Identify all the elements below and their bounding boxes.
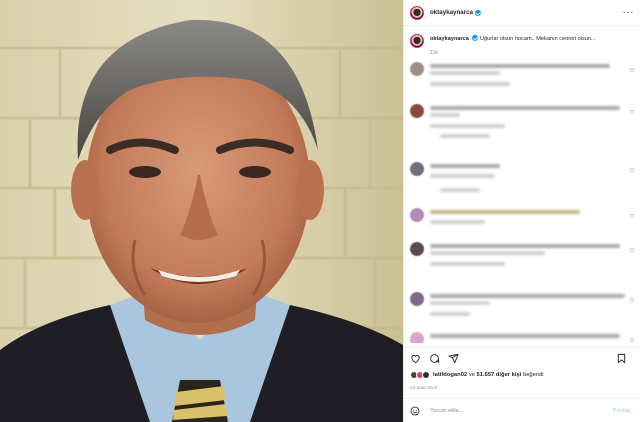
post-photo <box>0 0 403 422</box>
commenter-avatar[interactable] <box>410 242 424 256</box>
heart-icon[interactable] <box>629 167 635 173</box>
blurred-comment-text <box>430 64 610 68</box>
caption-text: Uğurlar olsun hocam.. Mekanın cennet ols… <box>480 36 596 42</box>
caption: oktaykaynarca Uğurlar olsun hocam.. Meka… <box>404 26 640 48</box>
comment-item <box>410 104 635 138</box>
blurred-comment-text <box>430 301 490 305</box>
liker-username[interactable]: latifdogan02 <box>433 372 467 378</box>
commenter-avatar[interactable] <box>410 208 424 222</box>
comment-item <box>410 208 635 242</box>
blurred-comment-meta <box>430 174 495 178</box>
comment-item <box>410 292 635 326</box>
blurred-comment-text <box>430 113 460 117</box>
likes-suffix: beğendi <box>522 372 544 378</box>
blurred-comment-meta <box>430 220 485 224</box>
caption-text-block: oktaykaynarca Uğurlar olsun hocam.. Meka… <box>430 34 596 48</box>
author-username[interactable]: oktaykaynarca <box>430 9 473 16</box>
heart-icon[interactable] <box>629 109 635 115</box>
commenter-avatar[interactable] <box>410 62 424 76</box>
comment-icon[interactable] <box>429 353 440 364</box>
comment-item <box>410 242 635 276</box>
likes-connector: ve <box>468 372 475 378</box>
likes-others[interactable]: 51.657 diğer kişi <box>477 372 522 378</box>
blurred-comment-text <box>430 71 500 75</box>
blurred-comment-text <box>430 244 620 248</box>
comment-list <box>404 58 640 343</box>
liker-avatar <box>422 371 430 379</box>
commenter-avatar[interactable] <box>410 162 424 176</box>
verified-badge-icon <box>475 10 481 16</box>
action-bar <box>404 347 640 367</box>
post-time[interactable]: 13 saat önce <box>410 386 437 391</box>
heart-icon[interactable] <box>629 67 635 73</box>
heart-icon[interactable] <box>629 213 635 219</box>
heart-icon[interactable] <box>410 353 421 364</box>
blurred-comment-meta <box>430 312 470 316</box>
caption-time: 13s <box>430 50 439 56</box>
add-comment-bar: Yorum ekle... Paylaş <box>404 398 640 422</box>
commenter-avatar[interactable] <box>410 292 424 306</box>
blurred-comment-text <box>430 164 500 168</box>
caption-username[interactable]: oktaykaynarca <box>430 36 469 42</box>
verified-badge-icon <box>472 34 479 41</box>
blurred-comment-meta <box>430 124 505 128</box>
more-icon[interactable]: ··· <box>623 7 635 17</box>
blurred-comment-text <box>430 106 620 110</box>
comment-item <box>410 162 635 196</box>
bookmark-icon[interactable] <box>616 353 627 364</box>
commenter-avatar[interactable] <box>410 104 424 118</box>
comment-input[interactable]: Yorum ekle... <box>430 408 613 414</box>
author-avatar[interactable] <box>410 5 424 20</box>
commenter-avatar[interactable] <box>410 332 424 343</box>
blurred-comment-text <box>430 294 625 298</box>
likes-summary: latifdogan02 ve 51.657 diğer kişi beğend… <box>410 371 544 379</box>
caption-avatar[interactable] <box>410 34 424 48</box>
blurred-comment-text <box>430 251 545 255</box>
post-panel: oktaykaynarca ··· oktaykaynarca Uğurlar … <box>403 0 640 422</box>
likes-text: latifdogan02 ve 51.657 diğer kişi beğend… <box>433 372 544 378</box>
blurred-comment-meta <box>430 82 510 86</box>
comment-item <box>410 62 635 96</box>
heart-icon[interactable] <box>629 247 635 253</box>
blurred-comment-text <box>430 334 620 338</box>
post-header: oktaykaynarca ··· <box>404 0 640 26</box>
emoji-icon[interactable] <box>410 406 420 416</box>
heart-icon[interactable] <box>629 297 635 303</box>
blurred-comment-text <box>430 210 580 214</box>
post-comment-button[interactable]: Paylaş <box>613 408 631 414</box>
heart-icon[interactable] <box>629 337 635 343</box>
blurred-comment-meta <box>430 262 505 266</box>
comment-item <box>410 332 635 343</box>
blurred-replies <box>440 188 480 192</box>
blurred-replies <box>440 134 490 138</box>
share-icon[interactable] <box>448 353 459 364</box>
